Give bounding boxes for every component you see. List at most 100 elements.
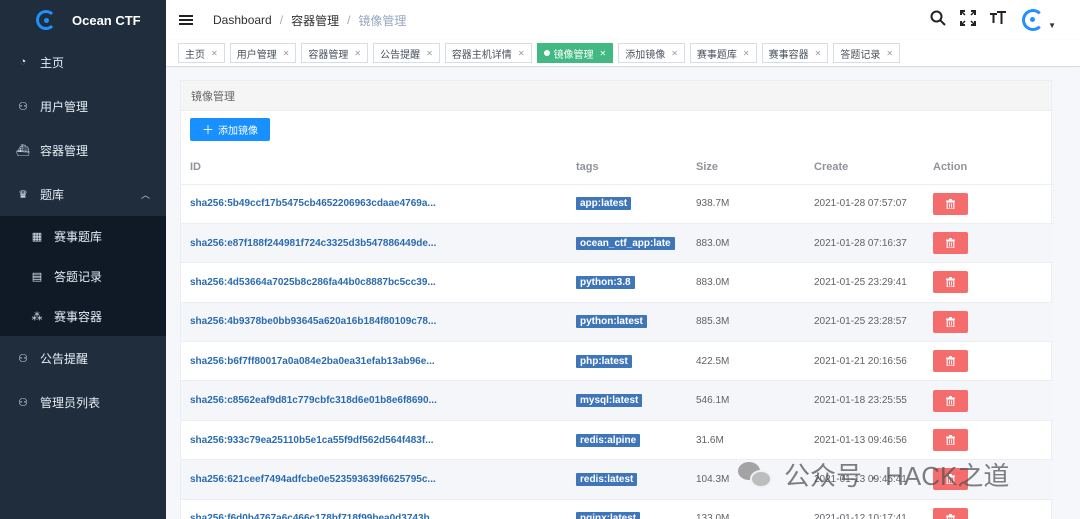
cell-tags: python:3.8 [576,262,696,303]
delete-button[interactable] [933,429,968,452]
tag-users[interactable]: 用户管理 ✕ [229,43,297,63]
sidebar-item-label: 主页 [40,55,65,70]
trash-icon [946,238,955,249]
column-header-size: Size [696,151,814,185]
sidebar-item-containers[interactable]: ⛴ 容器管理 [0,128,166,172]
notice-icon: ⚇ [18,352,28,365]
breadcrumb-dashboard[interactable]: Dashboard [213,13,272,27]
image-id-link[interactable]: sha256:b6f7ff80017a0a084e2ba0ea31efab13a… [190,356,435,367]
cell-size: 422.5M [696,341,814,382]
delete-button[interactable] [933,192,968,215]
close-icon[interactable]: ✕ [671,49,678,58]
image-id-link[interactable]: sha256:e87f188f244981f724c3325d3b5478864… [190,238,436,249]
submenu: ▦ 赛事题库 ▤ 答题记录 ⁂ 赛事容器 [0,216,166,336]
close-icon[interactable]: ✕ [743,49,750,58]
sidebar-item-admins[interactable]: ⚇ 管理员列表 [0,380,166,424]
admin-icon: ⚇ [18,396,28,409]
delete-button[interactable] [933,507,968,519]
tag-containers[interactable]: 容器管理 ✕ [301,43,369,63]
image-size: 546.1M [696,395,730,407]
cell-action [933,302,1053,343]
cell-size: 883.0M [696,223,814,264]
cell-create: 2021-01-12 10:17:41 [814,499,933,519]
font-size-icon[interactable] [988,10,1008,30]
sidebar-item-notices[interactable]: ⚇ 公告提醒 [0,336,166,380]
image-tag-badge: ocean_ctf_app:late [576,236,675,250]
sidebar-item-contest-questions[interactable]: ▦ 赛事题库 [0,216,166,256]
fullscreen-icon[interactable] [958,10,978,30]
sidebar-item-label: 用户管理 [40,99,89,114]
image-id-link[interactable]: sha256:621ceef7494adfcbe0e523593639f6625… [190,474,436,485]
sidebar-item-label: 赛事容器 [54,309,103,324]
cell-create: 2021-01-28 07:16:37 [814,223,933,264]
cell-size: 883.0M [696,262,814,303]
tag-contest-containers[interactable]: 赛事容器 ✕ [761,43,829,63]
active-dot-icon [543,50,550,56]
sidebar-item-contest-containers[interactable]: ⁂ 赛事容器 [0,296,166,336]
image-id-link[interactable]: sha256:f6d0b4767a6c466c178bf718f99bea0d3… [190,513,430,519]
image-size: 885.3M [696,316,730,328]
docker-icon: ⛴ [16,144,30,157]
delete-button[interactable] [933,271,968,294]
delete-button[interactable] [933,350,968,373]
column-header-id: ID [181,151,576,185]
table-row: sha256:c8562eaf9d81c779cbfc318d6e01b8e6f… [181,380,1053,421]
trash-icon [946,513,955,519]
close-icon[interactable]: ✕ [426,49,433,58]
tag-image-management[interactable]: 镜像管理 ✕ [536,43,614,63]
sidebar-item-label: 管理员列表 [40,395,101,410]
close-icon[interactable]: ✕ [211,49,218,58]
image-id-link[interactable]: sha256:4d53664a7025b8c286fa44b0c8887bc5c… [190,277,436,288]
close-icon[interactable]: ✕ [283,49,290,58]
cell-create: 2021-01-25 23:29:41 [814,262,933,303]
caret-down-icon[interactable]: ▼ [1048,21,1056,30]
tag-host-detail[interactable]: 容器主机详情 ✕ [444,43,532,63]
logo[interactable]: Ocean CTF [0,0,166,40]
image-create-time: 2021-01-25 23:29:41 [814,276,907,288]
table-row: sha256:b6f7ff80017a0a084e2ba0ea31efab13a… [181,341,1053,382]
avatar[interactable] [1022,9,1045,31]
sidebar-item-users[interactable]: ⚇ 用户管理 [0,84,166,128]
add-image-button[interactable]: ＋ 添加镜像 [190,118,271,141]
tag-notices[interactable]: 公告提醒 ✕ [373,43,440,63]
cell-action [933,341,1053,382]
close-icon[interactable]: ✕ [886,49,893,58]
edit-icon: ▤ [31,270,43,283]
image-id-link[interactable]: sha256:c8562eaf9d81c779cbfc318d6e01b8e6f… [190,395,437,406]
user-icon: ⚇ [18,100,28,113]
sidebar-item-label: 公告提醒 [40,351,89,366]
sidebar-item-answer-records[interactable]: ▤ 答题记录 [0,256,166,296]
cell-action [933,262,1053,303]
cell-tags: redis:alpine [576,420,696,461]
delete-button[interactable] [933,310,968,333]
navbar: Dashboard / 容器管理 / 镜像管理 ▼ [166,0,1080,40]
tag-contest-questions[interactable]: 赛事题库 ✕ [689,43,757,63]
breadcrumb-containers[interactable]: 容器管理 [291,12,339,29]
image-create-time: 2021-01-18 23:25:55 [814,395,907,407]
tag-home[interactable]: 主页 ✕ [178,43,225,63]
close-icon[interactable]: ✕ [815,49,822,58]
cell-tags: mysql:latest [576,380,696,421]
image-create-time: 2021-01-21 20:16:56 [814,355,907,367]
image-id-link[interactable]: sha256:933c79ea25110b5e1ca55f9df562d564f… [190,435,434,446]
sidebar-item-question-bank[interactable]: ♛ 题库 ︿ [0,172,166,216]
close-icon[interactable]: ✕ [354,49,361,58]
image-id-link[interactable]: sha256:4b9378be0bb93645a620a16b184f80109… [190,316,436,327]
tag-label: 用户管理 [236,49,277,61]
image-create-time: 2021-01-28 07:16:37 [814,237,907,249]
delete-button[interactable] [933,232,968,255]
close-icon[interactable]: ✕ [600,49,607,58]
cell-size: 133.0M [696,499,814,519]
sidebar-item-home[interactable]: ◔ 主页 [0,40,166,84]
cell-tags: ocean_ctf_app:late [576,223,696,264]
cell-create: 2021-01-28 07:57:07 [814,184,933,224]
tag-add-image[interactable]: 添加镜像 ✕ [618,43,685,63]
cell-size: 546.1M [696,380,814,421]
hamburger-icon[interactable] [179,13,193,27]
tag-label: 主页 [185,49,205,61]
close-icon[interactable]: ✕ [518,49,525,58]
search-icon[interactable] [928,10,948,30]
image-id-link[interactable]: sha256:5b49ccf17b5475cb4652206963cdaae47… [190,198,436,209]
delete-button[interactable] [933,389,968,412]
tag-answer-records[interactable]: 答题记录 ✕ [833,43,901,63]
